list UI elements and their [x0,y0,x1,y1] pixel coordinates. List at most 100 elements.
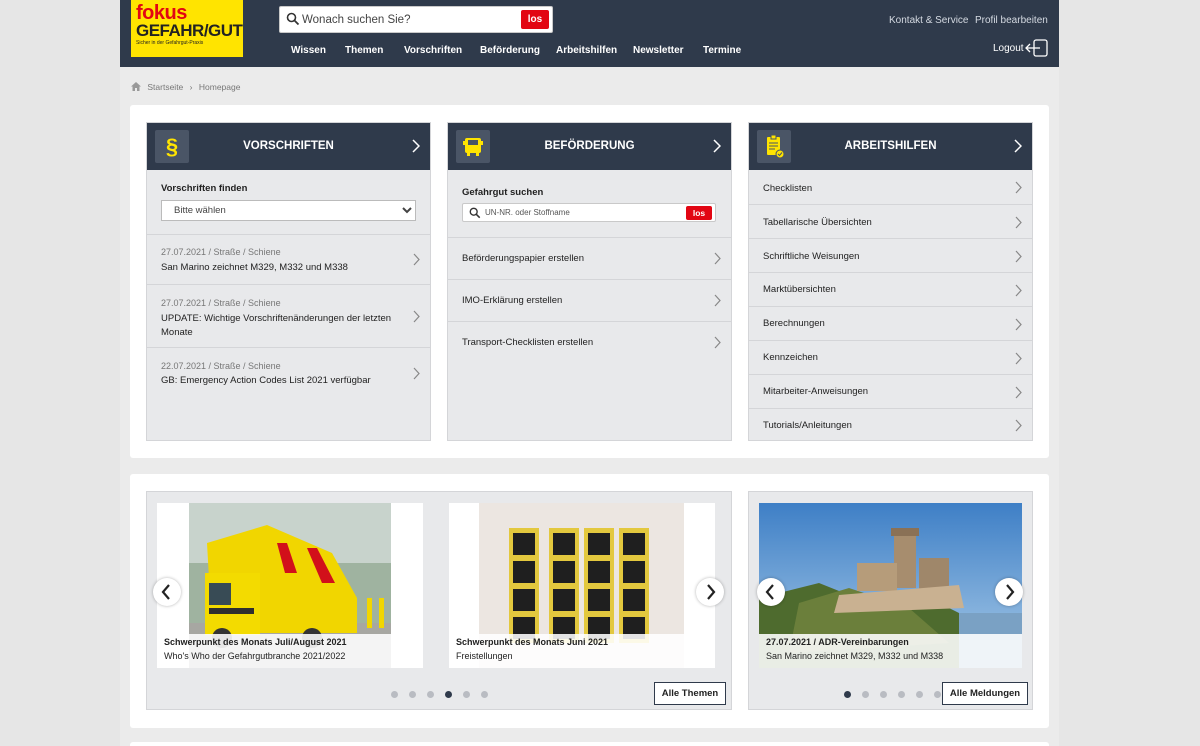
arbeitshilfen-item[interactable]: Tutorials/Anleitungen [749,408,1032,441]
breadcrumb-separator: › [189,82,193,92]
chevron-left-icon [161,584,170,600]
slide-subtitle: Who's Who der Gefahrgutbranche 2021/2022 [164,651,346,661]
befoerderung-item[interactable]: IMO-Erklärung erstellen [448,279,731,321]
befoerderung-item[interactable]: Beförderungspapier erstellen [448,237,731,279]
arbeitshilfen-item[interactable]: Mitarbeiter-Anweisungen [749,374,1032,408]
slider-dot[interactable] [445,691,452,698]
themen-slide[interactable]: Schwerpunkt des Monats Juni 2021 Freiste… [449,503,715,668]
breadcrumb: Startseite › Homepage [131,82,244,92]
slider-dot[interactable] [934,691,941,698]
slider-prev-button[interactable] [153,578,181,606]
arbeitshilfen-item[interactable]: Checklisten [749,170,1032,204]
befoerderung-card: BEFÖRDERUNG Gefahrgut suchen los Beförde… [447,122,732,441]
slider-next-button[interactable] [696,578,724,606]
gefahrgut-search-button[interactable]: los [686,206,712,220]
home-icon[interactable] [131,82,141,91]
chevron-right-icon [1015,181,1022,194]
nav-arbeitshilfen[interactable]: Arbeitshilfen [556,45,617,56]
modules-box: § VORSCHRIFTEN Vorschriften finden Bitte… [130,105,1049,458]
slider-prev-button[interactable] [757,578,785,606]
nav-befoerderung[interactable]: Beförderung [480,45,540,56]
chevron-right-icon [412,139,420,153]
arbeitshilfen-item[interactable]: Kennzeichen [749,340,1032,374]
slider-dot[interactable] [862,691,869,698]
news-item[interactable]: 27.07.2021 / Straße / Schiene San Marino… [147,234,430,284]
arbeitshilfen-item-label: Checklisten [763,183,813,194]
news-meta: 27.07.2021 / Straße / Schiene [161,298,281,308]
chevron-right-icon [413,367,420,380]
slide-title: Schwerpunkt des Monats Juni 2021 [456,637,609,647]
profile-link[interactable]: Profil bearbeiten [975,15,1048,26]
arbeitshilfen-item-label: Schriftliche Weisungen [763,251,860,262]
chevron-right-icon [1014,139,1022,153]
gefahrgut-search-input[interactable] [485,206,675,219]
chevron-right-icon [714,252,721,265]
arbeitshilfen-card: ARBEITSHILFEN Checklisten Tabellarische … [748,122,1033,441]
slider-dot[interactable] [898,691,905,698]
chevron-right-icon [413,310,420,323]
slider-dot[interactable] [844,691,851,698]
arbeitshilfen-item[interactable]: Schriftliche Weisungen [749,238,1032,272]
slider-next-button[interactable] [995,578,1023,606]
themen-slide[interactable]: Schwerpunkt des Monats Juli/August 2021 … [157,503,423,668]
news-title: GB: Emergency Action Codes List 2021 ver… [161,375,371,386]
chevron-right-icon [1015,284,1022,297]
page: fokus GEFAHR/GUT Sicher in der Gefahrgut… [120,0,1059,746]
befoerderung-header[interactable]: BEFÖRDERUNG [448,123,731,170]
chevron-right-icon [1015,318,1022,331]
arbeitshilfen-header[interactable]: ARBEITSHILFEN [749,123,1032,170]
arbeitshilfen-item-label: Kennzeichen [763,352,818,363]
chevron-right-icon [707,584,716,600]
chevron-right-icon [714,294,721,307]
alle-meldungen-button[interactable]: Alle Meldungen [942,682,1028,705]
slider-dot[interactable] [427,691,434,698]
vorschriften-select[interactable]: Bitte wählen [161,200,416,221]
arbeitshilfen-item[interactable]: Marktübersichten [749,272,1032,306]
slide-caption: Schwerpunkt des Monats Juli/August 2021 … [157,634,423,668]
news-title: UPDATE: Wichtige Vorschriftenänderungen … [161,313,392,338]
nav-themen[interactable]: Themen [345,45,383,56]
slider-dot[interactable] [916,691,923,698]
chevron-right-icon [1015,352,1022,365]
breadcrumb-current: Homepage [198,82,241,92]
befoerderung-item-label: IMO-Erklärung erstellen [462,295,563,306]
logout-link[interactable]: Logout [993,39,1048,57]
news-item[interactable]: 27.07.2021 / Straße / Schiene UPDATE: Wi… [147,284,430,347]
nav-wissen[interactable]: Wissen [291,45,326,56]
slider-dots [844,691,944,699]
alle-themen-button[interactable]: Alle Themen [654,682,726,705]
befoerderung-item-label: Transport-Checklisten erstellen [462,337,594,348]
nav-newsletter[interactable]: Newsletter [633,45,684,56]
search-button[interactable]: los [521,10,549,29]
logout-label: Logout [993,43,1024,54]
news-item[interactable]: 22.07.2021 / Straße / Schiene GB: Emerge… [147,347,430,397]
logo[interactable]: fokus GEFAHR/GUT Sicher in der Gefahrgut… [131,0,243,57]
meldungen-slide[interactable]: 27.07.2021 / ADR-Vereinbarungen San Mari… [759,503,1022,668]
slider-dot[interactable] [409,691,416,698]
arbeitshilfen-item-label: Berechnungen [763,318,825,329]
sliders-box: Schwerpunkt des Monats Juli/August 2021 … [130,474,1049,728]
chevron-right-icon [713,139,721,153]
slider-dot[interactable] [463,691,470,698]
nav-termine[interactable]: Termine [703,45,741,56]
nav-vorschriften[interactable]: Vorschriften [404,45,462,56]
slider-dot[interactable] [391,691,398,698]
gefahrgut-search: los [462,203,716,222]
breadcrumb-home[interactable]: Startseite [147,82,183,92]
arbeitshilfen-item[interactable]: Tabellarische Übersichten [749,204,1032,238]
vorschriften-header[interactable]: § VORSCHRIFTEN [147,123,430,170]
search-input[interactable] [302,11,512,29]
slide-caption: Schwerpunkt des Monats Juni 2021 Freiste… [449,634,715,668]
slide-subtitle: San Marino zeichnet M329, M332 und M338 [766,651,944,661]
arbeitshilfen-item[interactable]: Berechnungen [749,306,1032,340]
logo-line1: fokus [136,2,187,24]
slider-dot[interactable] [481,691,488,698]
chevron-right-icon [1015,419,1022,432]
contact-link[interactable]: Kontakt & Service [889,15,968,26]
search-icon [469,207,481,219]
befoerderung-item[interactable]: Transport-Checklisten erstellen [448,321,731,363]
slider-dot[interactable] [880,691,887,698]
news-meta: 27.07.2021 / Straße / Schiene [161,247,281,257]
chevron-right-icon [1015,386,1022,399]
vorschriften-card: § VORSCHRIFTEN Vorschriften finden Bitte… [146,122,431,441]
